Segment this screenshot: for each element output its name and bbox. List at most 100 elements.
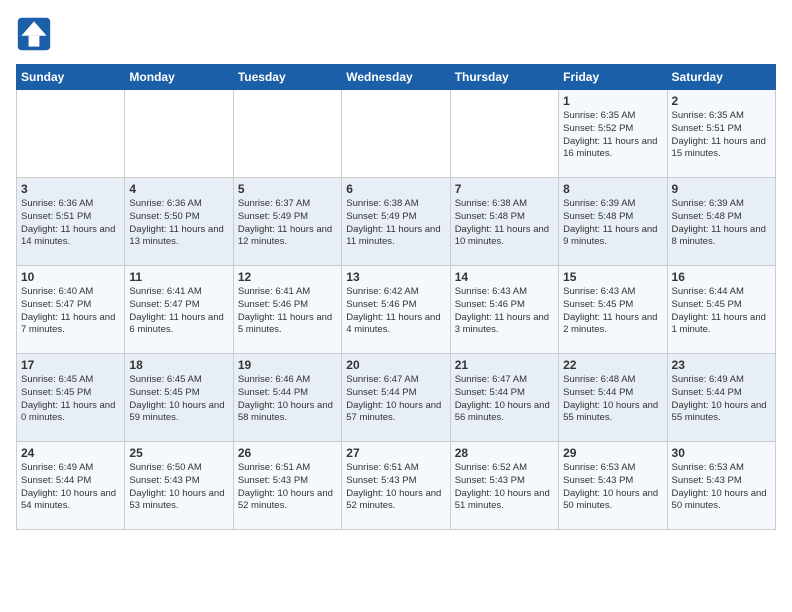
calendar-cell: 5 Sunrise: 6:37 AM Sunset: 5:49 PM Daylig…: [233, 178, 341, 266]
day-of-week-header: Saturday: [667, 65, 775, 90]
calendar-cell: 7 Sunrise: 6:38 AM Sunset: 5:48 PM Daylig…: [450, 178, 558, 266]
calendar-week-row: 24Sunrise: 6:49 AM Sunset: 5:44 PM Dayli…: [17, 442, 776, 530]
day-number: 21: [455, 358, 554, 372]
cell-info: Sunrise: 6:53 AM Sunset: 5:43 PM Dayligh…: [672, 462, 771, 513]
calendar-cell: 17 Sunrise: 6:45 AM Sunset: 5:45 PM Dayli…: [17, 354, 125, 442]
cell-info: Sunrise: 6:44 AM Sunset: 5:45 PM Dayligh…: [672, 286, 771, 337]
day-number: 10: [21, 270, 120, 284]
logo: [16, 16, 56, 52]
cell-info: Sunrise: 6:51 AM Sunset: 5:43 PM Dayligh…: [346, 462, 445, 513]
day-of-week-header: Tuesday: [233, 65, 341, 90]
calendar-cell: 13 Sunrise: 6:42 AM Sunset: 5:46 PM Dayli…: [342, 266, 450, 354]
day-number: 16: [672, 270, 771, 284]
day-number: 1: [563, 94, 662, 108]
calendar-cell: [17, 90, 125, 178]
day-number: 7: [455, 182, 554, 196]
cell-info: Sunrise: 6:47 AM Sunset: 5:44 PM Dayligh…: [455, 374, 554, 425]
day-number: 25: [129, 446, 228, 460]
calendar-cell: 3 Sunrise: 6:36 AM Sunset: 5:51 PM Daylig…: [17, 178, 125, 266]
calendar-cell: 10Sunrise: 6:40 AM Sunset: 5:47 PM Dayli…: [17, 266, 125, 354]
day-number: 5: [238, 182, 337, 196]
cell-info: Sunrise: 6:42 AM Sunset: 5:46 PM Dayligh…: [346, 286, 445, 337]
calendar-cell: 21 Sunrise: 6:47 AM Sunset: 5:44 PM Dayli…: [450, 354, 558, 442]
calendar-cell: [125, 90, 233, 178]
calendar-cell: 28Sunrise: 6:52 AM Sunset: 5:43 PM Dayli…: [450, 442, 558, 530]
page-header: [16, 16, 776, 52]
cell-info: Sunrise: 6:50 AM Sunset: 5:43 PM Dayligh…: [129, 462, 228, 513]
calendar-cell: 4 Sunrise: 6:36 AM Sunset: 5:50 PM Daylig…: [125, 178, 233, 266]
day-number: 27: [346, 446, 445, 460]
day-number: 23: [672, 358, 771, 372]
cell-info: Sunrise: 6:41 AM Sunset: 5:47 PM Dayligh…: [129, 286, 228, 337]
cell-info: Sunrise: 6:35 AM Sunset: 5:51 PM Dayligh…: [672, 110, 771, 161]
day-number: 4: [129, 182, 228, 196]
calendar-cell: 25 Sunrise: 6:50 AM Sunset: 5:43 PM Dayli…: [125, 442, 233, 530]
cell-info: Sunrise: 6:41 AM Sunset: 5:46 PM Dayligh…: [238, 286, 337, 337]
calendar-cell: 30 Sunrise: 6:53 AM Sunset: 5:43 PM Dayli…: [667, 442, 775, 530]
calendar-cell: 27 Sunrise: 6:51 AM Sunset: 5:43 PM Dayli…: [342, 442, 450, 530]
calendar-body: 1 Sunrise: 6:35 AM Sunset: 5:52 PM Daylig…: [17, 90, 776, 530]
day-number: 20: [346, 358, 445, 372]
day-number: 2: [672, 94, 771, 108]
calendar-cell: 18 Sunrise: 6:45 AM Sunset: 5:45 PM Dayli…: [125, 354, 233, 442]
calendar-cell: [342, 90, 450, 178]
day-number: 8: [563, 182, 662, 196]
calendar-cell: 11Sunrise: 6:41 AM Sunset: 5:47 PM Dayli…: [125, 266, 233, 354]
calendar-cell: 19 Sunrise: 6:46 AM Sunset: 5:44 PM Dayli…: [233, 354, 341, 442]
calendar-cell: 14 Sunrise: 6:43 AM Sunset: 5:46 PM Dayli…: [450, 266, 558, 354]
calendar-cell: 22 Sunrise: 6:48 AM Sunset: 5:44 PM Dayli…: [559, 354, 667, 442]
day-number: 6: [346, 182, 445, 196]
day-of-week-row: SundayMondayTuesdayWednesdayThursdayFrid…: [17, 65, 776, 90]
calendar-cell: 1 Sunrise: 6:35 AM Sunset: 5:52 PM Daylig…: [559, 90, 667, 178]
day-number: 18: [129, 358, 228, 372]
calendar-cell: 20 Sunrise: 6:47 AM Sunset: 5:44 PM Dayli…: [342, 354, 450, 442]
day-number: 22: [563, 358, 662, 372]
logo-icon: [16, 16, 52, 52]
day-number: 14: [455, 270, 554, 284]
cell-info: Sunrise: 6:46 AM Sunset: 5:44 PM Dayligh…: [238, 374, 337, 425]
day-number: 3: [21, 182, 120, 196]
calendar-week-row: 10Sunrise: 6:40 AM Sunset: 5:47 PM Dayli…: [17, 266, 776, 354]
cell-info: Sunrise: 6:38 AM Sunset: 5:49 PM Dayligh…: [346, 198, 445, 249]
calendar-cell: [450, 90, 558, 178]
calendar-week-row: 1 Sunrise: 6:35 AM Sunset: 5:52 PM Daylig…: [17, 90, 776, 178]
cell-info: Sunrise: 6:45 AM Sunset: 5:45 PM Dayligh…: [21, 374, 120, 425]
cell-info: Sunrise: 6:43 AM Sunset: 5:45 PM Dayligh…: [563, 286, 662, 337]
day-of-week-header: Wednesday: [342, 65, 450, 90]
cell-info: Sunrise: 6:53 AM Sunset: 5:43 PM Dayligh…: [563, 462, 662, 513]
day-number: 15: [563, 270, 662, 284]
day-of-week-header: Monday: [125, 65, 233, 90]
day-number: 12: [238, 270, 337, 284]
cell-info: Sunrise: 6:39 AM Sunset: 5:48 PM Dayligh…: [563, 198, 662, 249]
day-number: 17: [21, 358, 120, 372]
day-number: 26: [238, 446, 337, 460]
calendar-table: SundayMondayTuesdayWednesdayThursdayFrid…: [16, 64, 776, 530]
day-number: 19: [238, 358, 337, 372]
day-number: 13: [346, 270, 445, 284]
cell-info: Sunrise: 6:43 AM Sunset: 5:46 PM Dayligh…: [455, 286, 554, 337]
cell-info: Sunrise: 6:35 AM Sunset: 5:52 PM Dayligh…: [563, 110, 662, 161]
day-of-week-header: Thursday: [450, 65, 558, 90]
cell-info: Sunrise: 6:38 AM Sunset: 5:48 PM Dayligh…: [455, 198, 554, 249]
cell-info: Sunrise: 6:49 AM Sunset: 5:44 PM Dayligh…: [21, 462, 120, 513]
calendar-cell: 8 Sunrise: 6:39 AM Sunset: 5:48 PM Daylig…: [559, 178, 667, 266]
day-of-week-header: Sunday: [17, 65, 125, 90]
calendar-cell: 16 Sunrise: 6:44 AM Sunset: 5:45 PM Dayli…: [667, 266, 775, 354]
cell-info: Sunrise: 6:37 AM Sunset: 5:49 PM Dayligh…: [238, 198, 337, 249]
calendar-cell: 15 Sunrise: 6:43 AM Sunset: 5:45 PM Dayli…: [559, 266, 667, 354]
cell-info: Sunrise: 6:48 AM Sunset: 5:44 PM Dayligh…: [563, 374, 662, 425]
calendar-cell: 12 Sunrise: 6:41 AM Sunset: 5:46 PM Dayli…: [233, 266, 341, 354]
day-of-week-header: Friday: [559, 65, 667, 90]
calendar-cell: 6 Sunrise: 6:38 AM Sunset: 5:49 PM Daylig…: [342, 178, 450, 266]
cell-info: Sunrise: 6:47 AM Sunset: 5:44 PM Dayligh…: [346, 374, 445, 425]
cell-info: Sunrise: 6:49 AM Sunset: 5:44 PM Dayligh…: [672, 374, 771, 425]
calendar-cell: 24Sunrise: 6:49 AM Sunset: 5:44 PM Dayli…: [17, 442, 125, 530]
calendar-cell: 2 Sunrise: 6:35 AM Sunset: 5:51 PM Daylig…: [667, 90, 775, 178]
cell-info: Sunrise: 6:36 AM Sunset: 5:50 PM Dayligh…: [129, 198, 228, 249]
calendar-week-row: 3 Sunrise: 6:36 AM Sunset: 5:51 PM Daylig…: [17, 178, 776, 266]
day-number: 30: [672, 446, 771, 460]
cell-info: Sunrise: 6:45 AM Sunset: 5:45 PM Dayligh…: [129, 374, 228, 425]
calendar-week-row: 17 Sunrise: 6:45 AM Sunset: 5:45 PM Dayli…: [17, 354, 776, 442]
calendar-cell: 23 Sunrise: 6:49 AM Sunset: 5:44 PM Dayli…: [667, 354, 775, 442]
cell-info: Sunrise: 6:36 AM Sunset: 5:51 PM Dayligh…: [21, 198, 120, 249]
